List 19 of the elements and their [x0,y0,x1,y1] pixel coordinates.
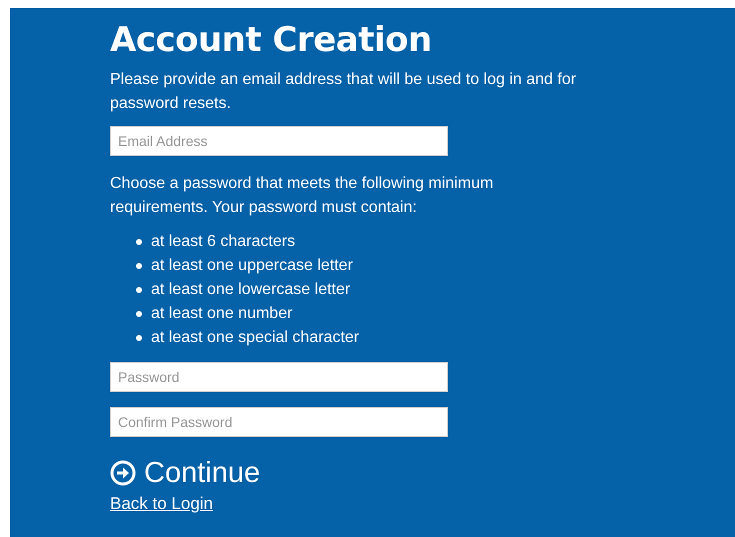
password-instructions: Choose a password that meets the following minimum requirements. Your password must contain: [110,174,494,218]
bullet-icon [136,335,142,341]
arrow-circle-icon [110,460,136,486]
requirement-text: at least one lowercase letter [151,280,350,300]
requirement-text: at least 6 characters [151,232,296,252]
requirement-text: at least one special character [151,328,360,348]
back-to-login-link[interactable]: Back to Login [110,493,214,515]
bullet-icon [136,239,142,245]
continue-button[interactable]: Continue [110,457,260,489]
bullet-icon [136,263,142,269]
requirement-text: at least one number [151,304,292,324]
email-instructions: Please provide an email address that will be used to log in and for password resets. [110,70,578,114]
password-field[interactable]: Password [110,362,448,392]
confirm-password-field[interactable]: Confirm Password [110,407,448,437]
requirement-text: at least one uppercase letter [151,256,353,276]
bullet-icon [136,287,142,293]
bullet-icon [136,311,142,317]
page-title: Account Creation [110,20,433,60]
email-field[interactable]: Email Address [110,126,448,156]
